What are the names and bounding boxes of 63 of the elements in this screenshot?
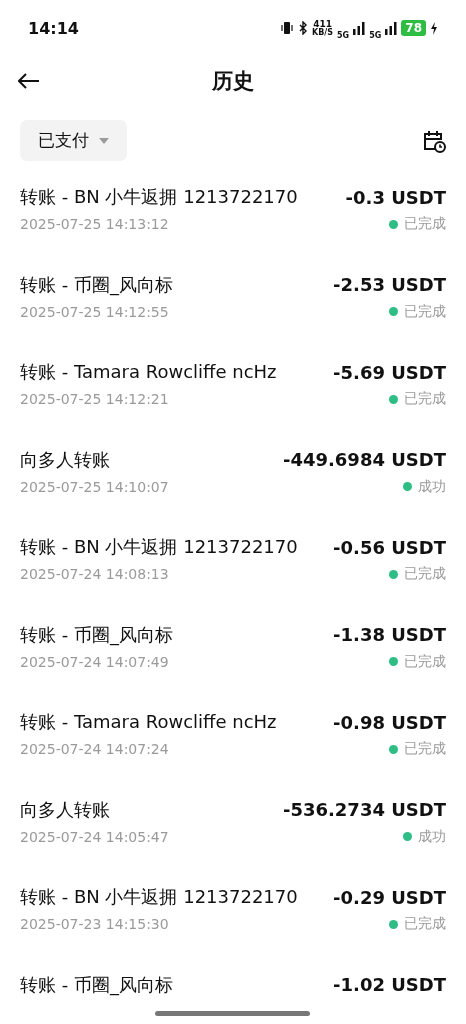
transaction-title[interactable]: 转账 - BN 小牛返拥 1213722170 (20, 885, 298, 909)
transaction-time: 2025-07-25 14:12:21 (20, 391, 169, 407)
status-dot (389, 307, 398, 316)
bluetooth-icon (298, 21, 309, 35)
transaction-amount: -1.38 USDT (333, 624, 446, 645)
page-title: 历史 (212, 68, 254, 95)
status-dot (389, 569, 398, 579)
network-type: 5G (369, 30, 382, 40)
status-dot (389, 744, 398, 754)
transaction-time: 2025-07-25 14:13:12 (20, 216, 169, 232)
network-type: 5G (337, 30, 350, 40)
caret-icon (99, 137, 109, 144)
signal-icon (385, 21, 398, 35)
transaction-amount: -5.69 USDT (333, 361, 446, 383)
transaction-title[interactable]: 向多人转账 (20, 797, 110, 822)
transaction-status: 已完成 (404, 215, 446, 233)
speed-unit: KB/S (312, 28, 333, 37)
signal-icon (353, 21, 366, 35)
transaction-title[interactable]: 转账 - 币圈_风向标 (20, 272, 173, 297)
vibrate-icon (280, 21, 295, 35)
clock-time: 14:14 (28, 18, 79, 38)
transaction-time: 2025-07-24 14:07:24 (20, 741, 169, 757)
transaction-title[interactable]: 转账 - Tamara Rowcliffe ncHz (20, 710, 277, 734)
transaction-amount: -2.53 USDT (333, 274, 446, 295)
transaction-title[interactable]: 转账 - 币圈_风向标 (20, 622, 173, 647)
status-dot (389, 919, 398, 929)
transaction-status: 已完成 (404, 565, 446, 583)
status-dot (389, 219, 398, 229)
transaction-status: 已完成 (404, 652, 446, 671)
transaction-amount: -0.98 USDT (333, 711, 446, 733)
battery-level: 78 (401, 20, 426, 36)
transaction-title[interactable]: 转账 - BN 小牛返拥 1213722170 (20, 185, 298, 209)
status-dot (403, 482, 412, 491)
transaction-status: 已完成 (404, 390, 446, 408)
transaction-amount: -0.3 USDT (345, 186, 446, 208)
transaction-amount: -0.29 USDT (333, 886, 446, 908)
transaction-time: 2025-07-24 14:08:13 (20, 566, 169, 582)
transaction-amount: -449.6984 USDT (282, 449, 446, 470)
transaction-time: 2025-07-23 14:15:30 (20, 916, 169, 932)
transaction-status: 成功 (418, 477, 446, 496)
filter-dropdown[interactable]: 已支付 (20, 120, 127, 161)
transaction-status: 成功 (418, 827, 446, 846)
transaction-status: 已完成 (404, 740, 446, 758)
transaction-title[interactable]: 向多人转账 (20, 447, 110, 472)
transaction-title[interactable]: 转账 - Tamara Rowcliffe ncHz (20, 360, 277, 384)
transaction-amount: -536.2734 USDT (282, 799, 446, 820)
transaction-amount: -1.02 USDT (333, 974, 446, 995)
transaction-title[interactable]: 转账 - 币圈_风向标 (20, 972, 173, 997)
transaction-time: 2025-07-24 14:05:47 (20, 828, 169, 845)
transaction-time: 2025-07-24 14:07:49 (20, 653, 169, 670)
transaction-time: 2025-07-25 14:10:07 (20, 478, 169, 495)
status-dot (403, 832, 412, 841)
transaction-amount: -0.56 USDT (333, 536, 446, 558)
back-arrow-icon[interactable] (18, 73, 40, 89)
charging-icon (430, 21, 438, 35)
status-dot (389, 394, 398, 404)
status-dot (389, 657, 398, 666)
transaction-time: 2025-07-25 14:12:55 (20, 303, 169, 320)
transaction-status: 已完成 (404, 302, 446, 321)
transaction-title[interactable]: 转账 - BN 小牛返拥 1213722170 (20, 535, 298, 559)
transaction-status: 已完成 (404, 915, 446, 933)
network-speed: 411 (313, 19, 332, 29)
calendar-clock-icon[interactable] (422, 128, 446, 153)
